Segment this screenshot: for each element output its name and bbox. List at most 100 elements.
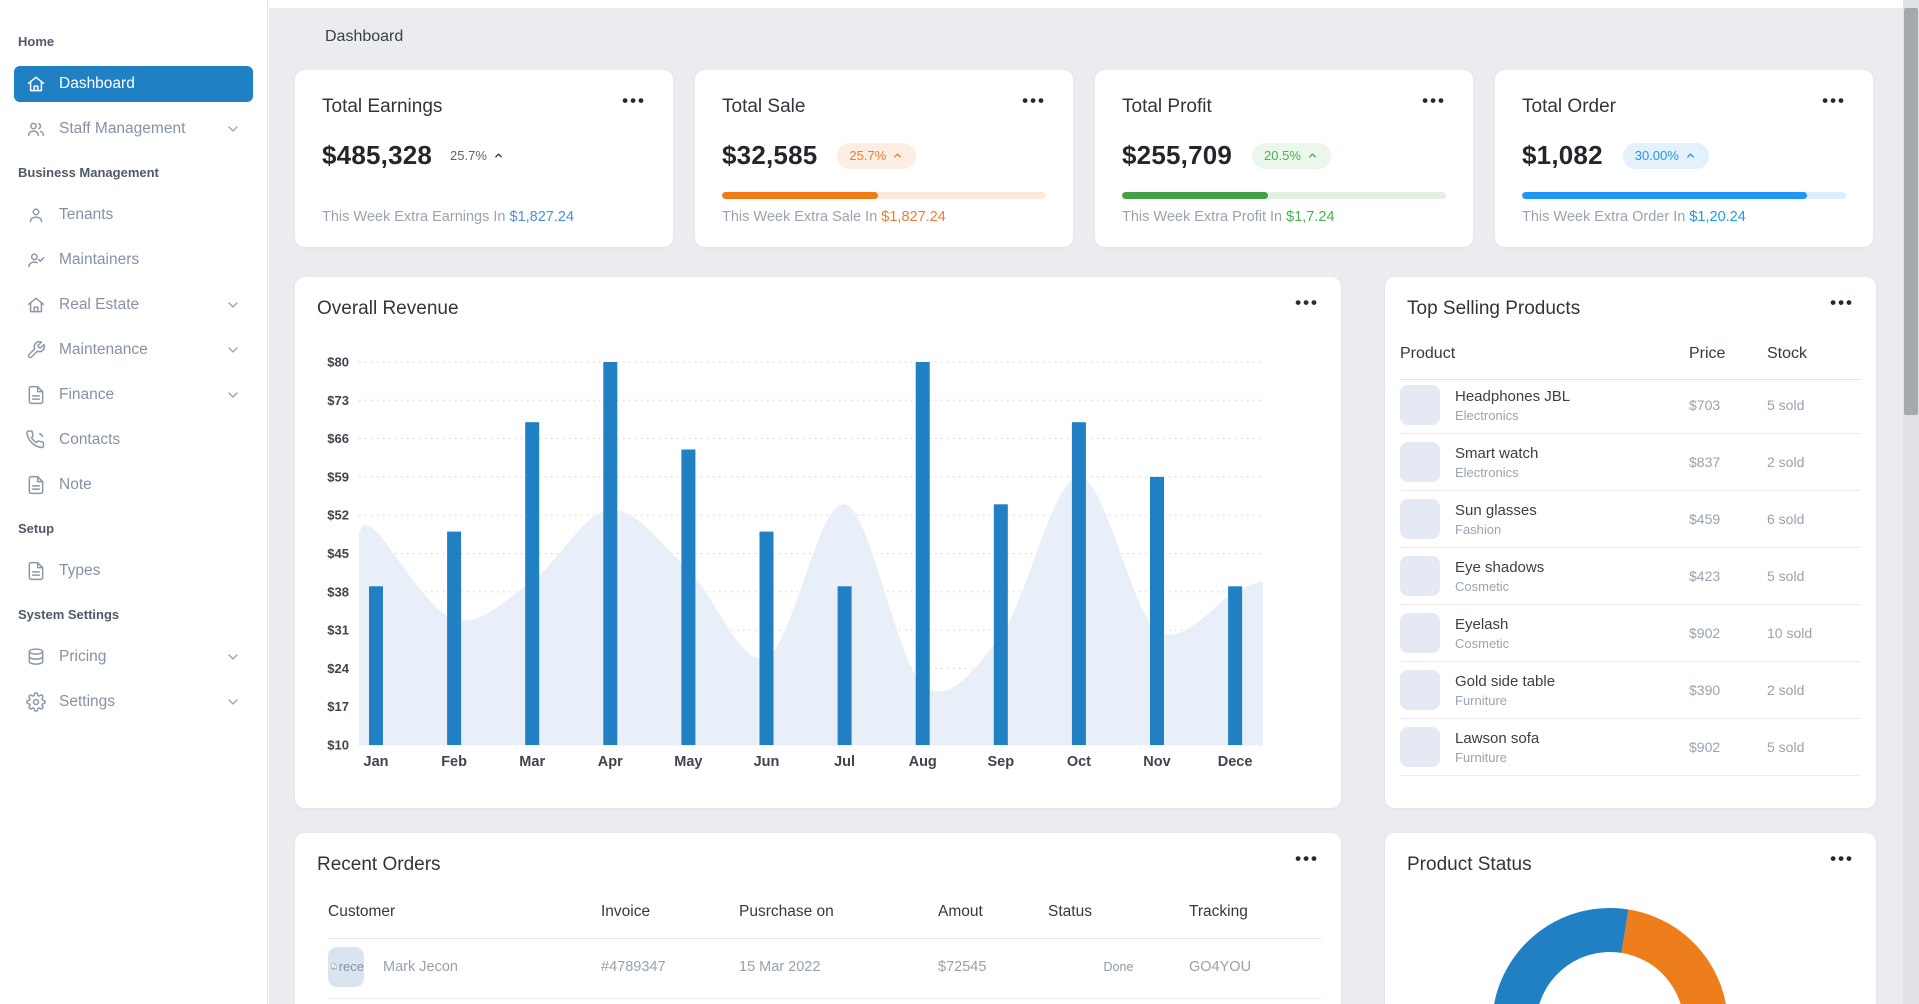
sidebar-item-maintenance[interactable]: Maintenance bbox=[14, 332, 253, 368]
product-name: Lawson sofa bbox=[1455, 729, 1540, 747]
stat-card-menu-button[interactable]: ••• bbox=[622, 92, 646, 109]
order-invoice: #4789347 bbox=[601, 958, 666, 975]
product-status-donut-chart bbox=[1385, 833, 1876, 1004]
revenue-bar-oct[interactable] bbox=[1071, 422, 1086, 745]
user-icon bbox=[29, 208, 43, 223]
percent-badge: 30.00% bbox=[1622, 142, 1709, 169]
svg-text:$52: $52 bbox=[327, 508, 349, 523]
svg-text:May: May bbox=[674, 754, 702, 770]
sidebar: Home Dashboard Staff Management Business Ma… bbox=[0, 0, 268, 1004]
product-row-headphones-jbl[interactable]: Headphones JBL Electronics $703 5 sold bbox=[1400, 377, 1861, 434]
product-row-eyelash[interactable]: Eyelash Cosmetic $902 10 sold bbox=[1400, 605, 1861, 662]
sidebar-item-maintainers[interactable]: Maintainers bbox=[14, 242, 253, 278]
revenue-bar-may[interactable] bbox=[681, 449, 696, 746]
revenue-bar-jun[interactable] bbox=[759, 531, 774, 745]
revenue-bar-jan[interactable] bbox=[369, 586, 383, 745]
scrollbar-thumb[interactable] bbox=[1904, 8, 1918, 415]
product-row-lawson-sofa[interactable]: Lawson sofa Furniture $902 5 sold bbox=[1400, 719, 1861, 776]
stat-card-menu-button[interactable]: ••• bbox=[1822, 92, 1846, 109]
order-row-partial[interactable] bbox=[328, 1000, 1321, 1004]
customer-avatar-broken-image: rece bbox=[328, 946, 364, 987]
recent-orders-menu-button[interactable]: ••• bbox=[1295, 850, 1319, 867]
sidebar-item-staff-management[interactable]: Staff Management bbox=[14, 111, 253, 147]
product-row-smart-watch[interactable]: Smart watch Electronics $837 2 sold bbox=[1400, 434, 1861, 491]
sidebar-item-contacts[interactable]: Contacts bbox=[14, 422, 253, 458]
stat-card-title: Total Earnings bbox=[322, 96, 443, 117]
product-row-eye-shadows[interactable]: Eye shadows Cosmetic $423 5 sold bbox=[1400, 548, 1861, 605]
window-scrollbar[interactable] bbox=[1903, 0, 1919, 1004]
donut-slice-segment-1[interactable] bbox=[1492, 907, 1629, 1004]
order-purchase-date: 15 Mar 2022 bbox=[739, 958, 821, 975]
column-purchase-on: Pusrchase on bbox=[739, 903, 834, 920]
revenue-bar-nov[interactable] bbox=[1150, 476, 1164, 745]
column-product: Product bbox=[1400, 345, 1456, 362]
revenue-bar-chart: $80 $73 $66 $59 $52 $45 $38 $31 $24 $17 $10 Jan Feb M… bbox=[315, 337, 1321, 790]
sidebar-item-finance[interactable]: Finance bbox=[14, 377, 253, 413]
sidebar-item-types[interactable]: Types bbox=[14, 553, 253, 589]
product-category: Furniture bbox=[1455, 692, 1508, 708]
revenue-bar-jul[interactable] bbox=[837, 586, 852, 745]
product-name: Sun glasses bbox=[1455, 501, 1537, 519]
file-icon bbox=[28, 561, 44, 581]
stat-card-total-profit: Total Profit ••• $255,709 20.5% This Week Ex… bbox=[1095, 70, 1473, 247]
sidebar-item-tenants[interactable]: Tenants bbox=[14, 197, 253, 233]
chevron-down-icon bbox=[228, 654, 238, 660]
product-stock: 6 sold bbox=[1767, 511, 1805, 527]
revenue-bar-sep[interactable] bbox=[993, 504, 1008, 745]
overall-revenue-menu-button[interactable]: ••• bbox=[1295, 294, 1319, 311]
svg-text:$59: $59 bbox=[327, 469, 349, 484]
revenue-bar-aug[interactable] bbox=[915, 362, 930, 745]
product-category: Furniture bbox=[1455, 749, 1508, 765]
progress-bar-fill bbox=[1522, 192, 1808, 199]
sidebar-item-pricing[interactable]: Pricing bbox=[14, 639, 253, 675]
progress-bar-fill bbox=[1122, 192, 1268, 199]
product-name: Smart watch bbox=[1455, 444, 1539, 462]
progress-bar-fill bbox=[722, 192, 878, 199]
sidebar-item-dashboard[interactable]: Dashboard bbox=[14, 66, 253, 102]
revenue-bar-feb[interactable] bbox=[447, 531, 462, 745]
revenue-bar-mar[interactable] bbox=[525, 422, 540, 745]
sidebar-item-label: Staff Management bbox=[59, 120, 186, 137]
progress-bar bbox=[1522, 192, 1846, 199]
product-category: Cosmetic bbox=[1455, 635, 1510, 651]
sidebar-item-real-estate[interactable]: Real Estate bbox=[14, 287, 253, 323]
product-image-placeholder bbox=[1400, 385, 1440, 425]
percent-badge: 25.7% bbox=[837, 142, 917, 169]
chevron-down-icon bbox=[228, 347, 238, 353]
sidebar-item-settings[interactable]: Settings bbox=[14, 684, 253, 720]
svg-text:$66: $66 bbox=[327, 431, 349, 446]
column-customer: Customer bbox=[328, 903, 396, 920]
column-status: Status bbox=[1048, 903, 1092, 920]
stat-card-menu-button[interactable]: ••• bbox=[1422, 92, 1446, 109]
recent-orders-title: Recent Orders bbox=[317, 854, 441, 875]
sidebar-item-label: Contacts bbox=[59, 431, 121, 448]
revenue-bar-dece[interactable] bbox=[1228, 586, 1243, 745]
product-price: $423 bbox=[1689, 568, 1721, 584]
svg-text:$10: $10 bbox=[327, 738, 349, 753]
top-selling-title: Top Selling Products bbox=[1407, 298, 1581, 319]
sidebar-item-label: Settings bbox=[59, 693, 116, 710]
column-tracking: Tracking bbox=[1189, 903, 1248, 920]
donut-slice-segment-2[interactable] bbox=[1621, 909, 1728, 1004]
sidebar-item-label: Note bbox=[59, 476, 92, 493]
top-selling-menu-button[interactable]: ••• bbox=[1830, 294, 1854, 311]
sidebar-item-label: Types bbox=[59, 562, 101, 579]
svg-text:$31: $31 bbox=[327, 623, 349, 638]
stat-card-menu-button[interactable]: ••• bbox=[1022, 92, 1046, 109]
stat-card-value: $485,328 bbox=[322, 140, 433, 170]
product-row-sun-glasses[interactable]: Sun glasses Fashion $459 6 sold bbox=[1400, 491, 1861, 548]
stat-card-footer-text: This Week Extra Profit In bbox=[1122, 209, 1287, 225]
revenue-bar-apr[interactable] bbox=[603, 362, 618, 745]
home-icon bbox=[27, 76, 45, 92]
product-row-gold-side-table[interactable]: Gold side table Furniture $390 2 sold bbox=[1400, 662, 1861, 719]
product-price: $902 bbox=[1689, 739, 1721, 755]
order-row-mark-jecon[interactable]: rece Mark Jecon #4789347 15 Mar 2022 $72545 D… bbox=[328, 935, 1321, 999]
sidebar-item-label: Maintainers bbox=[59, 251, 140, 268]
svg-text:Mar: Mar bbox=[519, 754, 545, 770]
broken-image-icon bbox=[331, 963, 337, 970]
sidebar-item-note[interactable]: Note bbox=[14, 467, 253, 503]
chevron-up-icon bbox=[495, 153, 502, 158]
stat-card-footer-value: $1,827.24 bbox=[881, 209, 946, 225]
top-selling-header-row: Product Price Stock bbox=[1400, 345, 1861, 380]
svg-text:$73: $73 bbox=[327, 393, 349, 408]
